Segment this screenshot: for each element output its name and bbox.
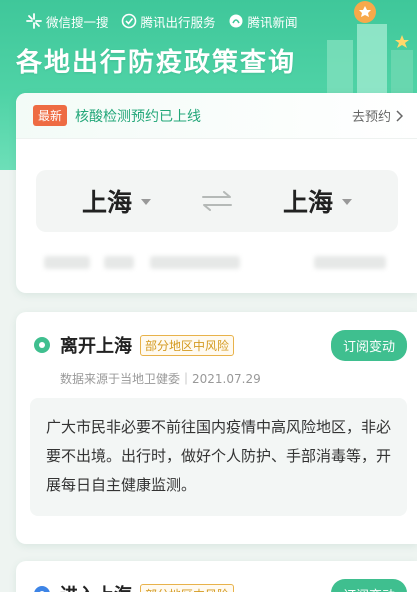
from-city-select[interactable]: 上海	[36, 183, 197, 219]
route-card: 最新 核酸检测预约已上线 去预约 上海 上海	[16, 93, 417, 293]
blurred-text	[150, 256, 240, 269]
policy-text: 广大市民非必要不前往国内疫情中高风险地区，非必要不出境。出行时，做好个人防护、手…	[30, 398, 407, 516]
tencent-news-icon	[229, 14, 243, 28]
blurred-text	[314, 256, 386, 269]
brand-tencent-news: 腾讯新闻	[228, 12, 298, 31]
new-badge: 最新	[33, 105, 68, 126]
tencent-travel-icon	[121, 13, 136, 29]
swap-arrows-icon	[202, 191, 232, 211]
blurred-info-row	[16, 256, 417, 270]
chevron-right-icon	[396, 109, 403, 122]
subscribe-button[interactable]: 订阅变动	[330, 330, 407, 361]
blurred-text	[104, 256, 134, 269]
card-title: 离开上海	[60, 336, 132, 357]
card-header: 进入上海 部分地区中风险 订阅变动	[34, 579, 407, 592]
status-dot-icon	[34, 337, 50, 353]
brand-label: 腾讯新闻	[247, 14, 298, 30]
swap-button[interactable]	[197, 191, 237, 211]
card-title: 进入上海	[60, 581, 132, 592]
brand-tencent-travel: 腾讯出行服务	[121, 12, 216, 31]
to-city-select[interactable]: 上海	[237, 183, 398, 219]
leave-policy-card: 离开上海 部分地区中风险 订阅变动 数据来源于当地卫健委｜2021.07.29 …	[16, 312, 417, 544]
brand-wechat-search: 微信搜一搜	[26, 12, 109, 31]
book-link[interactable]: 去预约	[352, 106, 403, 125]
book-link-label: 去预约	[351, 110, 391, 125]
enter-policy-card: 进入上海 部分地区中风险 订阅变动	[16, 561, 417, 592]
caret-down-icon	[342, 199, 352, 205]
notice-bar[interactable]: 最新 核酸检测预约已上线 去预约	[16, 93, 417, 139]
caret-down-icon	[141, 199, 151, 205]
data-source: 数据来源于当地卫健委｜2021.07.29	[60, 372, 261, 386]
wechat-search-icon	[26, 13, 42, 29]
brand-row: 微信搜一搜 腾讯出行服务 腾讯新闻	[26, 11, 310, 31]
from-city-label: 上海	[81, 188, 132, 217]
card-header: 离开上海 部分地区中风险 订阅变动	[34, 330, 407, 361]
risk-badge: 部分地区中风险	[140, 334, 235, 356]
to-city-label: 上海	[282, 188, 333, 217]
brand-label: 微信搜一搜	[46, 14, 109, 30]
brand-label: 腾讯出行服务	[140, 14, 216, 30]
blurred-text	[44, 256, 90, 269]
risk-badge: 部分地区中风险	[140, 583, 235, 592]
notice-text: 核酸检测预约已上线	[75, 108, 202, 125]
city-selector: 上海 上海	[36, 170, 398, 232]
subscribe-button[interactable]: 订阅变动	[330, 579, 407, 592]
page-title: 各地出行防疫政策查询	[16, 48, 297, 78]
status-dot-icon	[34, 586, 50, 592]
